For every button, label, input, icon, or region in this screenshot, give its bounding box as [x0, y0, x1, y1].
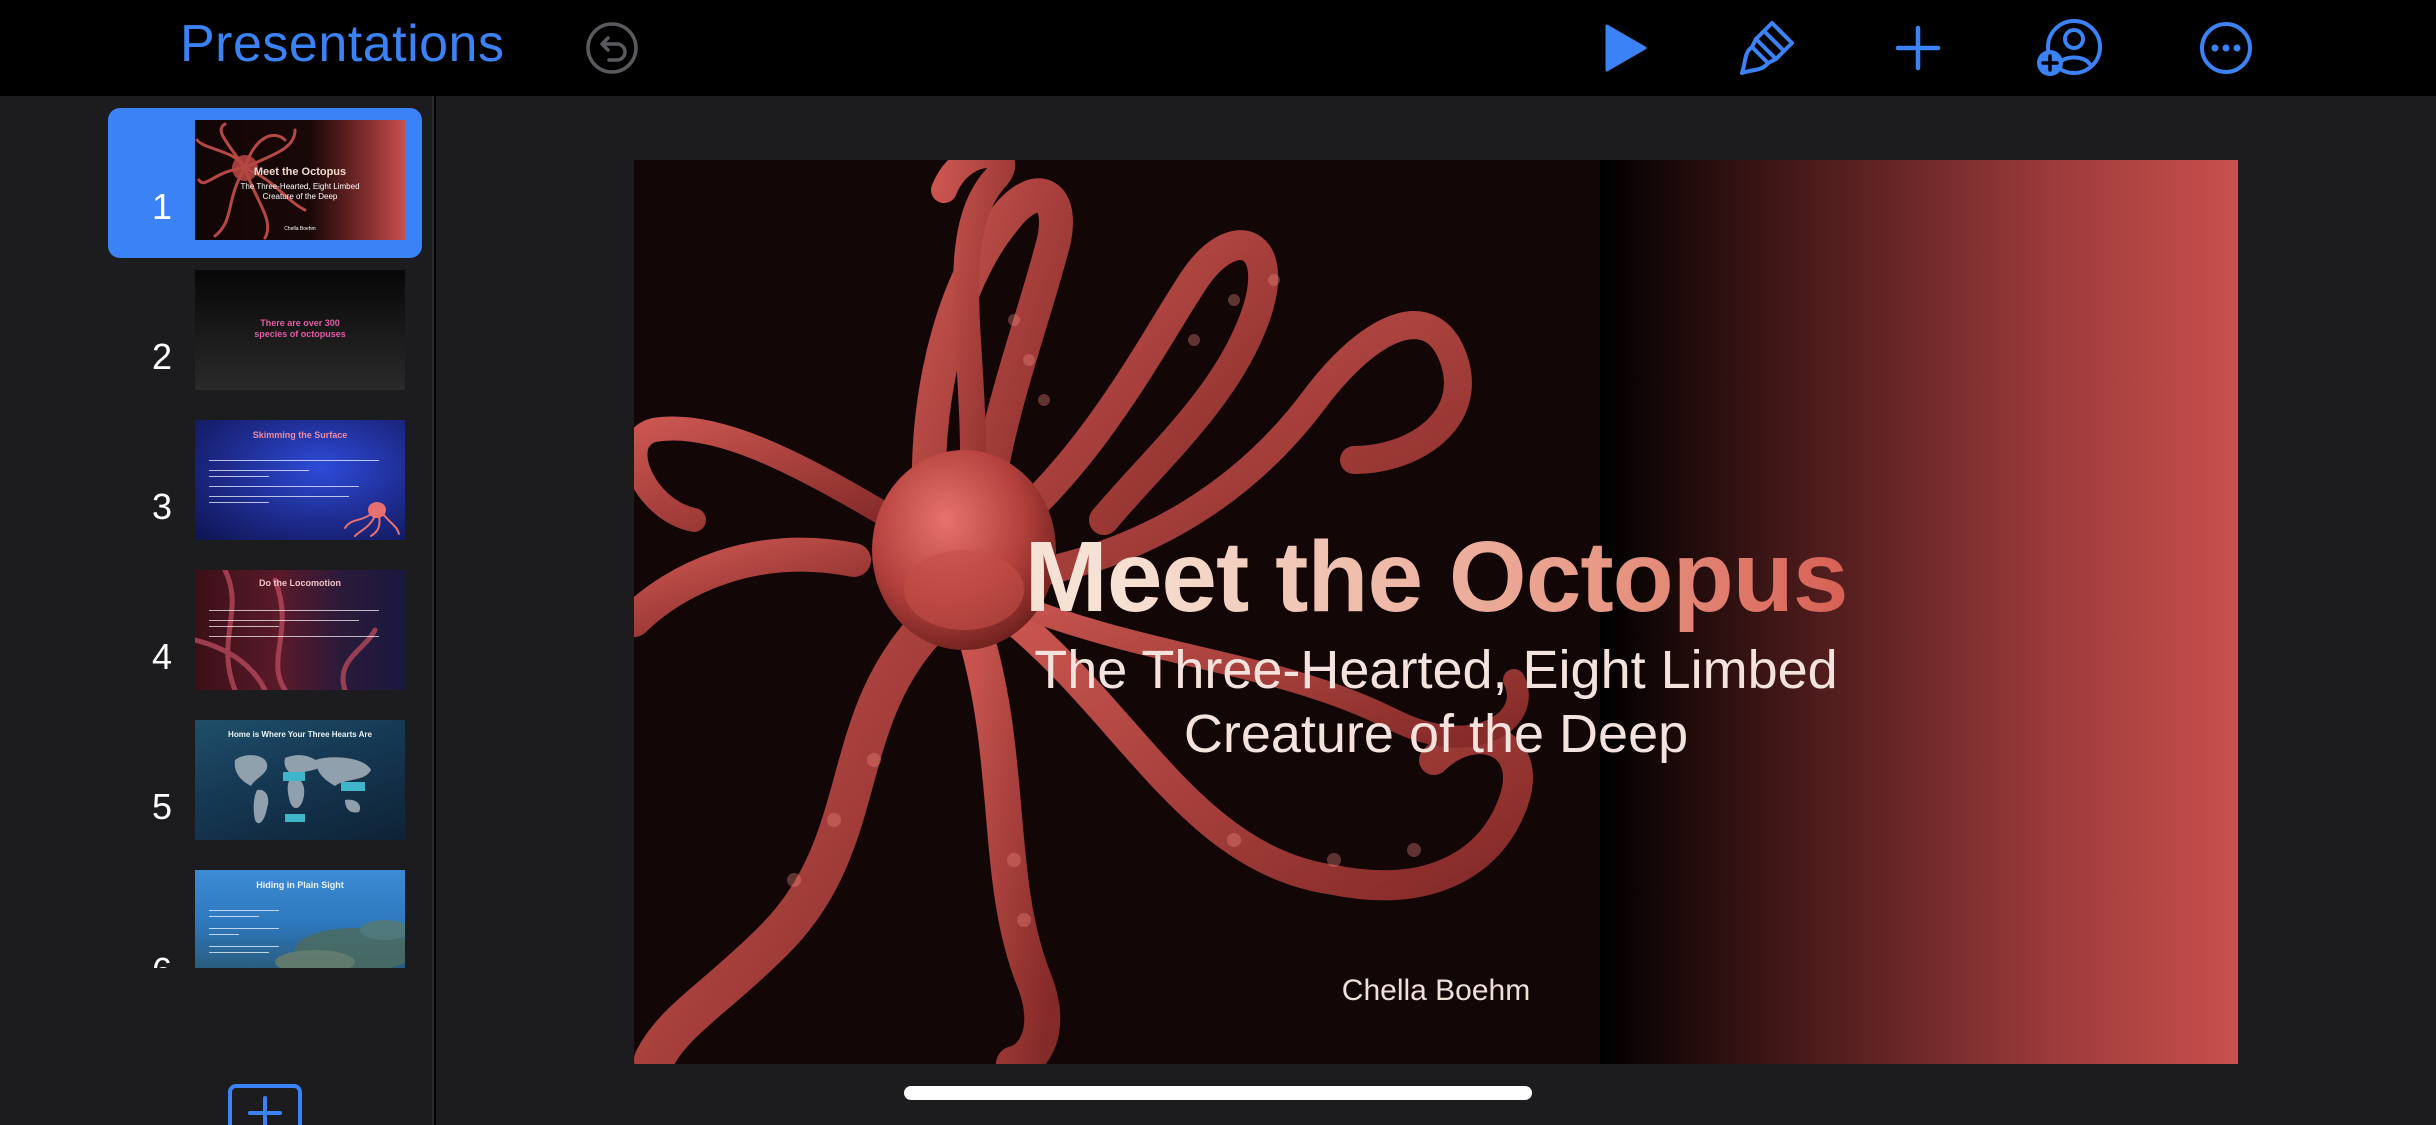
slide-number: 6 [140, 950, 184, 968]
more-button[interactable] [2190, 14, 2262, 82]
undo-icon [586, 22, 638, 74]
slide-author[interactable]: Chella Boehm [634, 974, 2238, 1008]
subtitle-line-1: The Three-Hearted, Eight Limbed [1034, 640, 1838, 700]
slide-navigator: 1 Meet the Octopus The Three-Hearted, Ei… [0, 96, 434, 1125]
slide-thumbnail-4[interactable]: 4 Do the Locomotion [0, 558, 432, 694]
plus-icon [1895, 25, 1941, 71]
current-slide[interactable]: Meet the Octopus The Three-Hearted, Eigh… [634, 160, 2238, 1064]
paintbrush-icon [1740, 21, 1794, 75]
undo-button[interactable] [584, 20, 640, 76]
slide-thumbnail-3[interactable]: 3 Skimming the Surface [0, 408, 432, 544]
home-indicator[interactable] [904, 1086, 1532, 1100]
slide-thumbnail-1[interactable]: 1 Meet the Octopus The Three-Hearted, Ei… [0, 108, 432, 258]
slide-number: 4 [151, 636, 173, 677]
play-button[interactable] [1590, 14, 1662, 82]
thumbnail-title: Do the Locomotion [259, 578, 341, 588]
slide-number: 1 [151, 186, 173, 227]
thumbnail-image: Do the Locomotion [195, 570, 405, 690]
play-icon [1605, 24, 1647, 72]
plus-square-icon [248, 1096, 282, 1125]
slide-subtitle[interactable]: The Three-Hearted, Eight Limbed Creature… [634, 638, 2238, 766]
thumbnail-image: There are over 300 species of octopuses [195, 270, 405, 390]
thumbnail-title: Skimming the Surface [252, 430, 348, 440]
slide-number: 5 [151, 786, 173, 827]
toolbar: Presentations [0, 0, 2436, 96]
thumbnail-image: Hiding in Plain Sight [195, 870, 405, 968]
thumbnail-image: Meet the Octopus The Three-Hearted, Eigh… [195, 120, 405, 240]
thumbnail-author: Chella Boehm [284, 226, 316, 232]
subtitle-line-2: Creature of the Deep [1183, 704, 1689, 764]
add-person-icon [2037, 19, 2102, 76]
slide-title[interactable]: Meet the Octopus [634, 520, 2238, 635]
thumbnail-title: Meet the Octopus [253, 166, 347, 178]
slide-number: 2 [151, 336, 173, 377]
slide-number: 3 [151, 486, 173, 527]
add-slide-button[interactable] [228, 1084, 302, 1125]
thumbnail-image: Skimming the Surface [195, 420, 405, 540]
presentations-back-button[interactable]: Presentations [180, 14, 504, 74]
collaborate-button[interactable] [2034, 14, 2106, 82]
thumbnail-title: Hiding in Plain Sight [256, 880, 344, 890]
thumbnail-image: Home is Where Your Three Hearts Are [195, 720, 405, 840]
slide-thumbnail-5[interactable]: 5 Home is Where Your Three Hearts Are [0, 708, 432, 844]
add-button[interactable] [1882, 14, 1954, 82]
ellipsis-circle-icon [2200, 22, 2252, 74]
thumbnail-title: There are over 300 species of octopuses [254, 318, 346, 339]
thumbnail-subtitle: The Three-Hearted, Eight Limbed Creature… [240, 182, 360, 201]
slide-thumbnail-2[interactable]: 2 There are over 300 species of octopuse… [0, 258, 432, 394]
slide-thumbnail-6[interactable]: 6 Hiding in Plain Sight [0, 858, 432, 994]
format-button[interactable] [1732, 14, 1804, 82]
